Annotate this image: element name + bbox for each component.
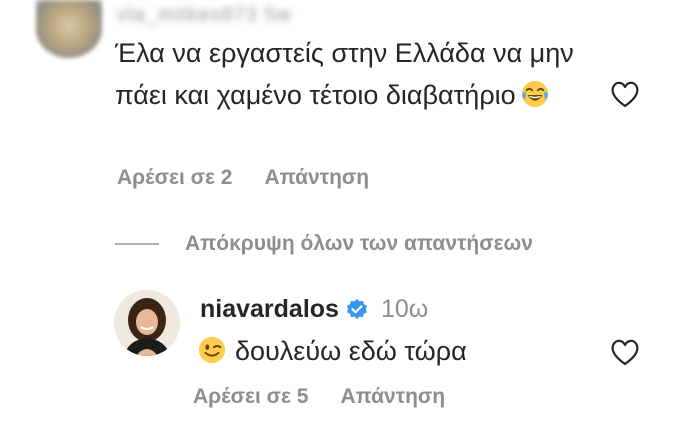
hide-replies-toggle[interactable]: Απόκρυψη όλων των απαντήσεων (115, 232, 533, 256)
comment-text-content: Έλα να εργαστείς στην Ελλάδα να μην πάει… (115, 38, 574, 110)
reply-button[interactable]: Απάντηση (264, 166, 369, 190)
avatar-portrait-icon (114, 290, 180, 356)
face-with-tears-of-joy-icon (521, 80, 548, 108)
like-heart-icon[interactable] (610, 80, 640, 108)
comment-text-content: δουλεύω εδώ τώρα (235, 336, 467, 366)
comment-actions: Αρέσει σε 2 Απάντηση (117, 166, 369, 190)
comment-time: 10ω (380, 295, 429, 323)
comment-text: δουλεύω εδώ τώρα (197, 330, 597, 372)
winking-face-icon (198, 336, 226, 364)
replies-divider (115, 243, 159, 245)
comment-actions: Αρέσει σε 5 Απάντηση (193, 385, 445, 409)
verified-badge-icon (346, 298, 367, 319)
username-link[interactable]: niavardalos (200, 295, 339, 324)
avatar[interactable] (114, 290, 180, 356)
username-row: niavardalos 10ω (200, 295, 428, 324)
comment-text: Έλα να εργαστείς στην Ελλάδα να μην πάει… (115, 32, 585, 116)
likes-count-button[interactable]: Αρέσει σε 5 (193, 385, 308, 409)
username-blurred[interactable]: vla_mitkes873 5w (117, 4, 357, 26)
avatar-blurred[interactable] (36, 0, 102, 58)
like-heart-icon[interactable] (610, 338, 640, 366)
likes-count-button[interactable]: Αρέσει σε 2 (117, 166, 232, 190)
reply-button[interactable]: Απάντηση (340, 385, 445, 409)
hide-replies-label[interactable]: Απόκρυψη όλων των απαντήσεων (185, 232, 533, 256)
